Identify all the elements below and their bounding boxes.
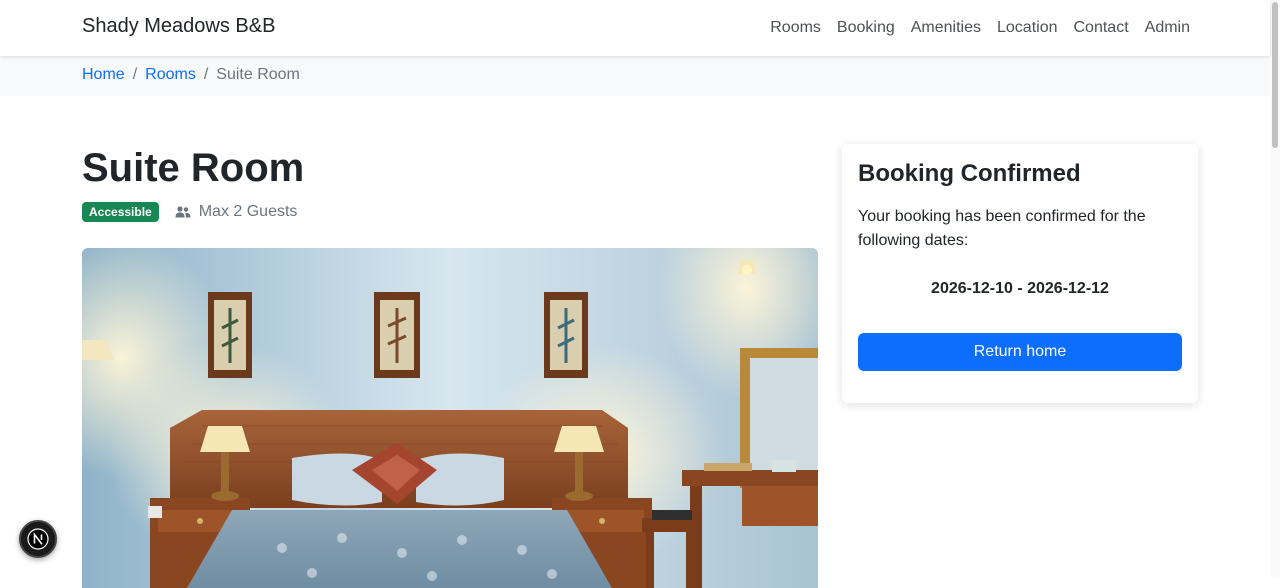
nav-links: Rooms Booking Amenities Location Contact…	[754, 0, 1190, 56]
guest-capacity-label: Max 2 Guests	[198, 203, 298, 220]
nav-link-booking[interactable]: Booking	[837, 19, 895, 37]
top-navbar: Shady Meadows B&B Rooms Booking Amenitie…	[0, 0, 1270, 56]
breadcrumb-home[interactable]: Home	[82, 66, 125, 84]
nextjs-icon	[27, 528, 49, 550]
return-home-button[interactable]: Return home	[858, 333, 1182, 371]
bedroom-photo	[82, 248, 818, 588]
page-scrollbar[interactable]	[1270, 0, 1280, 577]
breadcrumb-separator: /	[203, 66, 209, 83]
people-icon	[175, 206, 191, 218]
breadcrumb: Home / Rooms / Suite Room	[82, 66, 300, 84]
scrollbar-thumb[interactable]	[1272, 2, 1278, 148]
brand-link[interactable]: Shady Meadows B&B	[82, 15, 275, 38]
guest-capacity: Max 2 Guests	[175, 203, 298, 221]
breadcrumb-bar: Home / Rooms / Suite Room	[0, 56, 1270, 96]
breadcrumb-current: Suite Room	[216, 66, 300, 83]
breadcrumb-separator: /	[132, 66, 138, 83]
room-image	[82, 248, 818, 588]
page-title: Suite Room	[82, 146, 305, 190]
nav-link-contact[interactable]: Contact	[1074, 19, 1129, 37]
breadcrumb-rooms[interactable]: Rooms	[145, 66, 196, 84]
nav-link-amenities[interactable]: Amenities	[911, 19, 981, 37]
booking-dates: 2026-12-10 - 2026-12-12	[931, 280, 1109, 297]
nextjs-dev-badge[interactable]	[19, 520, 57, 558]
nav-link-admin[interactable]: Admin	[1145, 19, 1190, 37]
room-meta: Accessible Max 2 Guests	[82, 202, 297, 222]
booking-confirmation-card: Booking Confirmed Your booking has been …	[842, 144, 1198, 403]
booking-confirmed-title: Booking Confirmed	[858, 160, 1081, 187]
nav-link-rooms[interactable]: Rooms	[770, 19, 821, 37]
booking-confirmed-message: Your booking has been confirmed for the …	[858, 208, 1146, 249]
nav-link-location[interactable]: Location	[997, 19, 1058, 37]
accessible-badge: Accessible	[82, 202, 159, 222]
